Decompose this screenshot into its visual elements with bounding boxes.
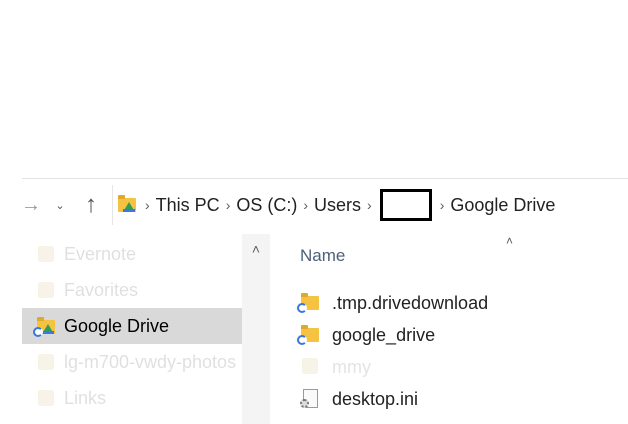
nav-item-label: lg-m700-vwdy-photos — [64, 351, 237, 372]
recent-locations-chevron-icon[interactable]: ⌄ — [52, 179, 68, 231]
file-item-desktop-ini[interactable]: desktop.ini — [300, 384, 418, 414]
breadcrumb-this-pc[interactable]: This PC — [156, 195, 220, 216]
nav-item-google-drive[interactable]: Google Drive — [22, 308, 242, 344]
scroll-up-chevron-icon[interactable]: ˄ — [242, 234, 270, 264]
folder-icon — [36, 244, 56, 264]
breadcrumb-users[interactable]: Users — [314, 195, 361, 216]
file-item-label: google_drive — [332, 324, 436, 345]
breadcrumb-separator-icon[interactable]: › — [440, 197, 445, 213]
file-item-label: desktop.ini — [332, 388, 419, 409]
nav-item-favorites[interactable]: Favorites — [22, 272, 242, 308]
up-arrow-icon[interactable]: ↑ — [78, 179, 104, 231]
folder-icon — [300, 356, 322, 378]
back-arrow-icon[interactable]: → — [21, 179, 41, 231]
file-item-label: .tmp.drivedownload — [332, 292, 489, 313]
nav-pane-scrollbar[interactable]: ˄ — [242, 234, 270, 424]
google-drive-folder-icon — [117, 194, 139, 216]
breadcrumb-separator-icon[interactable]: › — [226, 197, 231, 213]
breadcrumb-separator-icon[interactable]: › — [367, 197, 372, 213]
folder-icon — [36, 352, 56, 372]
nav-item-label: Evernote — [64, 243, 137, 264]
nav-item-label: Links — [64, 387, 107, 408]
redacted-username-box — [379, 189, 432, 221]
file-item-label: mmy — [332, 356, 371, 377]
file-item-tmp-drivedownload[interactable]: .tmp.drivedownload — [297, 288, 489, 318]
breadcrumb-separator-icon[interactable]: › — [303, 197, 308, 213]
blank-area — [0, 0, 628, 178]
sync-folder-icon — [297, 324, 322, 346]
nav-item-links[interactable]: Links — [22, 380, 242, 416]
links-folder-icon — [36, 388, 56, 408]
nav-item-label: Google Drive — [64, 315, 170, 336]
config-file-icon — [300, 388, 322, 410]
column-header-name[interactable]: Name — [300, 246, 345, 266]
nav-item-label: Favorites — [64, 279, 139, 300]
file-item-faded[interactable]: mmy — [300, 352, 371, 382]
address-toolbar: → ⌄ ↑ › This PC › OS (C:) › Users › › Go… — [21, 178, 628, 231]
file-list: Name .tmp.drivedownload google_drive mmy… — [278, 234, 628, 424]
breadcrumb-os-c[interactable]: OS (C:) — [236, 195, 297, 216]
google-drive-folder-icon — [33, 316, 56, 337]
breadcrumb-google-drive[interactable]: Google Drive — [450, 195, 555, 216]
nav-item-evernote[interactable]: Evernote — [22, 236, 242, 272]
star-folder-icon — [36, 280, 56, 300]
address-bar[interactable]: › This PC › OS (C:) › Users › › Google D… — [112, 185, 628, 225]
navigation-pane: Evernote Favorites Google Drive lg-m700-… — [22, 234, 242, 424]
breadcrumb-separator-icon[interactable]: › — [145, 197, 150, 213]
sync-folder-icon — [297, 292, 322, 314]
file-item-google-drive[interactable]: google_drive — [297, 320, 436, 350]
nav-item-photos[interactable]: lg-m700-vwdy-photos — [22, 344, 242, 380]
